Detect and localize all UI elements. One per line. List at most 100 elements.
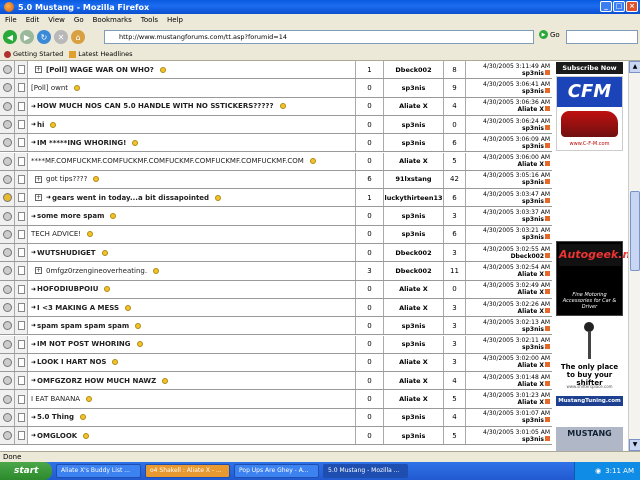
last-post-author[interactable]: sp3nis xyxy=(522,344,544,351)
expand-icon[interactable]: + xyxy=(35,66,42,74)
last-post-icon[interactable] xyxy=(545,234,550,240)
thread-author[interactable]: sp3nis xyxy=(384,115,444,134)
stop-icon[interactable]: ✕ xyxy=(54,30,68,44)
last-post-icon[interactable] xyxy=(545,270,550,276)
thread-title[interactable]: IM NOT POST WHORING xyxy=(37,340,131,348)
scroll-thumb[interactable] xyxy=(630,191,640,271)
last-post-author[interactable]: sp3nis xyxy=(522,70,544,77)
maximize-button[interactable]: □ xyxy=(613,1,625,12)
bookmark-latest-headlines[interactable]: Latest Headlines xyxy=(69,50,133,58)
last-post-icon[interactable] xyxy=(545,87,550,93)
thread-author[interactable]: sp3nis xyxy=(384,134,444,152)
last-post-icon[interactable] xyxy=(545,124,550,130)
scroll-up-icon[interactable]: ▲ xyxy=(629,61,640,73)
close-button[interactable]: × xyxy=(626,1,638,12)
thread-author[interactable]: Dbeck002 xyxy=(384,262,444,280)
menu-view[interactable]: View xyxy=(48,16,65,24)
thread-title[interactable]: IM *****ING WHORING! xyxy=(37,139,126,147)
last-post-icon[interactable] xyxy=(545,325,550,331)
shifter-ad-text[interactable]: The only place to buy your shifter xyxy=(556,363,623,387)
thread-author[interactable]: sp3nis xyxy=(384,335,444,353)
last-post-icon[interactable] xyxy=(545,216,550,222)
menu-help[interactable]: Help xyxy=(167,16,183,24)
forward-icon[interactable]: ▶ xyxy=(20,30,34,44)
last-post-icon[interactable] xyxy=(545,142,550,148)
thread-title[interactable]: got tips???? xyxy=(46,175,87,183)
last-post-author[interactable]: Aliate X xyxy=(518,271,544,278)
vertical-scrollbar[interactable]: ▲ ▼ xyxy=(628,61,640,451)
thread-title[interactable]: LOOK I HART NOS xyxy=(37,358,106,366)
thread-title[interactable]: OMFGZORZ HOW MUCH NAWZ xyxy=(37,377,156,385)
cfm-ad[interactable]: CFM www.C-F-M.com xyxy=(556,76,623,151)
thread-author[interactable]: sp3nis xyxy=(384,317,444,335)
thread-author[interactable]: Aliate X xyxy=(384,390,444,408)
last-post-author[interactable]: Aliate X xyxy=(518,161,544,168)
thread-author[interactable]: 91lxstang xyxy=(384,170,444,189)
expand-icon[interactable]: + xyxy=(35,175,42,183)
last-post-author[interactable]: sp3nis xyxy=(522,88,544,95)
expand-icon[interactable]: + xyxy=(35,194,42,202)
last-post-icon[interactable] xyxy=(545,179,550,185)
last-post-author[interactable]: Aliate X xyxy=(518,362,544,369)
last-post-author[interactable]: sp3nis xyxy=(522,234,544,241)
last-post-icon[interactable] xyxy=(545,435,550,441)
last-post-icon[interactable] xyxy=(545,106,550,112)
thread-title[interactable]: [Poll] WAGE WAR ON WHO? xyxy=(46,66,154,74)
bookmark-getting-started[interactable]: Getting Started xyxy=(4,50,63,58)
last-post-icon[interactable] xyxy=(545,252,550,258)
thread-author[interactable]: sp3nis xyxy=(384,225,444,243)
minimize-button[interactable]: _ xyxy=(600,1,612,12)
thread-title[interactable]: WUTSHUDIGET xyxy=(37,249,95,257)
menu-bookmarks[interactable]: Bookmarks xyxy=(93,16,132,24)
task-popups[interactable]: Pop Ups Are Ghey - A... xyxy=(234,464,319,478)
thread-title[interactable]: HOFODIUBPOIU xyxy=(37,285,98,293)
expand-icon[interactable]: + xyxy=(35,267,42,275)
last-post-author[interactable]: sp3nis xyxy=(522,198,544,205)
shifter-image[interactable] xyxy=(556,319,623,364)
thread-title[interactable]: 5.0 Thing xyxy=(37,413,74,421)
thread-title[interactable]: OMGLOOK xyxy=(37,432,77,440)
back-icon[interactable]: ◀ xyxy=(3,30,17,44)
last-post-icon[interactable] xyxy=(545,161,550,167)
task-im-window[interactable]: o4 Shakell : Aliate X - ... xyxy=(145,464,230,478)
thread-title[interactable]: spam spam spam spam xyxy=(37,322,129,330)
thread-author[interactable]: sp3nis xyxy=(384,427,444,445)
thread-title[interactable]: I EAT BANANA xyxy=(31,395,80,403)
home-icon[interactable]: ⌂ xyxy=(71,30,85,44)
last-post-author[interactable]: Aliate X xyxy=(518,308,544,315)
thread-author[interactable]: Aliate X xyxy=(384,152,444,170)
thread-author[interactable]: Aliate X xyxy=(384,372,444,390)
thread-title[interactable]: ****MF.COMFUCKMF.COMFUCKMF.COMFUCKMF.COM… xyxy=(31,157,304,165)
last-post-author[interactable]: sp3nis xyxy=(522,125,544,132)
autogeek-ad[interactable]: Autogeek.net Fine Motoring Accessories f… xyxy=(556,241,628,316)
thread-author[interactable]: Dbeck002 xyxy=(384,61,444,79)
reload-icon[interactable]: ↻ xyxy=(37,30,51,44)
task-buddy-list[interactable]: Aliate X's Buddy List ... xyxy=(56,464,141,478)
thread-author[interactable]: Dbeck002 xyxy=(384,244,444,262)
last-post-author[interactable]: sp3nis xyxy=(522,436,544,443)
last-post-icon[interactable] xyxy=(545,69,550,75)
last-post-author[interactable]: sp3nis xyxy=(522,143,544,150)
menu-tools[interactable]: Tools xyxy=(141,16,158,24)
last-post-icon[interactable] xyxy=(545,362,550,368)
thread-author[interactable]: sp3nis xyxy=(384,79,444,97)
thread-author[interactable]: Aliate X xyxy=(384,298,444,317)
last-post-author[interactable]: sp3nis xyxy=(522,326,544,333)
scroll-down-icon[interactable]: ▼ xyxy=(629,439,640,451)
thread-author[interactable]: Aliate X xyxy=(384,280,444,298)
last-post-icon[interactable] xyxy=(545,197,550,203)
last-post-icon[interactable] xyxy=(545,399,550,405)
last-post-icon[interactable] xyxy=(545,344,550,350)
thread-author[interactable]: sp3nis xyxy=(384,207,444,225)
thread-title[interactable]: gears went in today...a bit dissapointed xyxy=(52,194,209,202)
thread-title[interactable]: [Poll] ownt xyxy=(31,84,68,92)
last-post-icon[interactable] xyxy=(545,289,550,295)
last-post-author[interactable]: Dbeck002 xyxy=(511,253,544,260)
task-firefox[interactable]: 5.0 Mustang - Mozilla ... xyxy=(323,464,408,478)
search-input[interactable] xyxy=(566,30,638,44)
last-post-author[interactable]: Aliate X xyxy=(518,381,544,388)
last-post-author[interactable]: Aliate X xyxy=(518,289,544,296)
last-post-author[interactable]: Aliate X xyxy=(518,399,544,406)
thread-title[interactable]: hi xyxy=(37,121,44,129)
last-post-icon[interactable] xyxy=(545,307,550,313)
